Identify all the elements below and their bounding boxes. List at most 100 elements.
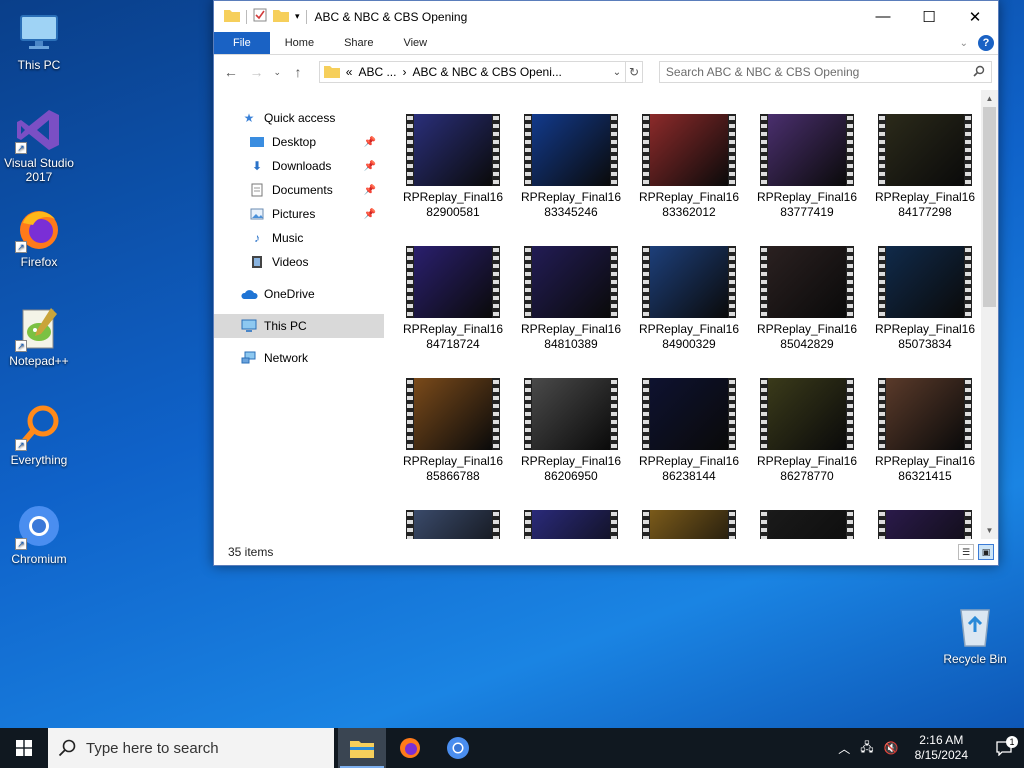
close-button[interactable]: ✕ [952,1,998,32]
breadcrumb-current[interactable]: ABC & NBC & CBS Openi... [412,65,561,79]
file-tile[interactable]: RPReplay_Final16 86238144 [630,360,748,486]
clock[interactable]: 2:16 AM 8/15/2024 [909,733,974,763]
nav-item-pictures[interactable]: Pictures 📌 [214,202,384,226]
action-center-button[interactable]: 1 [984,736,1024,756]
details-view-button[interactable]: ☰ [958,544,974,560]
nav-item-videos[interactable]: Videos [214,250,384,274]
file-tile[interactable] [394,492,512,539]
taskbar: Type here to search ︿ 🖧 🔇 2:16 AM 8/15/2… [0,728,1024,768]
address-bar[interactable]: « ABC ... › ABC & NBC & CBS Openi... ⌄ [318,61,627,83]
address-dropdown-icon[interactable]: ⌄ [613,67,621,78]
file-tile[interactable] [748,492,866,539]
large-icons-view-button[interactable]: ▣ [978,544,994,560]
nav-item-onedrive[interactable]: OneDrive [214,282,384,306]
file-tile[interactable]: RPReplay_Final16 84810389 [512,228,630,354]
tab-share[interactable]: Share [329,32,388,54]
file-tile[interactable]: RPReplay_Final16 84177298 [866,96,984,222]
recent-locations-button[interactable]: ⌄ [271,67,283,78]
desktop-icon-label: Everything [10,453,68,467]
pin-icon[interactable]: 📌 [364,161,376,172]
vertical-scrollbar[interactable]: ▲ ▼ [981,90,998,539]
file-tile[interactable]: RPReplay_Final16 85073834 [866,228,984,354]
tab-view[interactable]: View [388,32,442,54]
scrollbar-thumb[interactable] [983,107,996,307]
pin-icon[interactable]: 📌 [364,137,376,148]
desktop-icon-notepadpp[interactable]: ↗ Notepad++ [0,304,78,368]
desktop-icon-everything[interactable]: ↗ Everything [0,403,78,467]
taskbar-file-explorer[interactable] [338,728,386,768]
desktop-icon-this-pc[interactable]: This PC [0,8,78,72]
chromium-icon [447,737,469,759]
new-folder-icon[interactable] [273,8,289,25]
file-tile[interactable]: RPReplay_Final16 82900581 [394,96,512,222]
nav-item-quick-access[interactable]: ★ Quick access [214,106,384,130]
refresh-button[interactable]: ↻ [625,61,643,83]
file-tile[interactable] [512,492,630,539]
file-tile[interactable] [866,492,984,539]
back-button[interactable]: ← [220,64,242,80]
taskbar-chromium[interactable] [434,728,482,768]
desktop-icon-recycle-bin[interactable]: Recycle Bin [936,602,1014,666]
taskbar-search-input[interactable]: Type here to search [86,740,219,757]
tab-file[interactable]: File [214,32,270,54]
search-box[interactable]: Search ABC & NBC & CBS Opening [658,61,992,83]
breadcrumb-separator[interactable]: › [402,65,406,79]
network-status-icon[interactable]: 🖧 [860,738,873,759]
nav-item-this-pc[interactable]: This PC [214,314,384,338]
nav-item-downloads[interactable]: ⬇ Downloads 📌 [214,154,384,178]
file-tile[interactable]: RPReplay_Final16 83362012 [630,96,748,222]
desktop-icon-firefox[interactable]: ↗ Firefox [0,205,78,269]
minimize-button[interactable]: — [860,1,906,32]
show-hidden-icons-chevron-icon[interactable]: ︿ [838,740,850,757]
music-note-icon: ♪ [254,231,260,245]
scroll-down-button[interactable]: ▼ [981,522,998,539]
customize-dropdown-icon[interactable]: ▾ [295,11,300,22]
file-tile[interactable]: RPReplay_Final16 86278770 [748,360,866,486]
volume-muted-icon[interactable]: 🔇 [884,741,899,755]
title-bar[interactable]: ▾ ABC & NBC & CBS Opening — ☐ ✕ [214,1,998,32]
pin-icon[interactable]: 📌 [364,209,376,220]
help-button[interactable]: ? [978,35,994,51]
search-input[interactable]: Search ABC & NBC & CBS Opening [666,65,973,79]
nav-item-desktop[interactable]: Desktop 📌 [214,130,384,154]
nav-item-network[interactable]: Network [214,346,384,370]
file-name: RPReplay_Final16 85042829 [756,322,858,351]
file-name: RPReplay_Final16 86321415 [874,454,976,483]
nav-item-music[interactable]: ♪ Music [214,226,384,250]
tab-home[interactable]: Home [270,32,329,54]
file-tile[interactable]: RPReplay_Final16 84718724 [394,228,512,354]
expand-ribbon-icon[interactable]: ⌄ [960,38,968,49]
file-tile[interactable]: RPReplay_Final16 83777419 [748,96,866,222]
file-tile[interactable]: RPReplay_Final16 86321415 [866,360,984,486]
file-tile[interactable]: RPReplay_Final16 84900329 [630,228,748,354]
file-tile[interactable]: RPReplay_Final16 85042829 [748,228,866,354]
shortcut-arrow-icon: ↗ [15,241,27,253]
shortcut-arrow-icon: ↗ [15,439,27,451]
pin-icon[interactable]: 📌 [364,185,376,196]
file-tile[interactable]: RPReplay_Final16 86206950 [512,360,630,486]
desktop-icon-chromium[interactable]: ↗ Chromium [0,502,78,566]
network-icon [240,350,258,366]
file-explorer-window[interactable]: ▾ ABC & NBC & CBS Opening — ☐ ✕ File Hom… [213,0,999,566]
video-thumbnail-icon [642,378,736,450]
desktop-icon-visual-studio[interactable]: ↗ Visual Studio 2017 [0,106,78,184]
forward-button[interactable]: → [246,64,268,80]
file-name: RPReplay_Final16 82900581 [402,190,504,219]
nav-item-documents[interactable]: Documents 📌 [214,178,384,202]
properties-icon[interactable] [253,8,267,25]
file-tile[interactable] [630,492,748,539]
maximize-button[interactable]: ☐ [906,1,952,32]
file-tile[interactable]: RPReplay_Final16 85866788 [394,360,512,486]
file-view[interactable]: RPReplay_Final16 82900581 RPReplay_Final16… [384,90,998,539]
taskbar-search-box[interactable]: Type here to search [48,728,334,768]
address-overflow[interactable]: « [346,65,353,79]
up-button[interactable]: ↑ [287,64,309,80]
start-button[interactable] [0,728,48,768]
scroll-up-button[interactable]: ▲ [981,90,998,107]
navigation-pane: ★ Quick access Desktop 📌 ⬇ Downloads 📌 D… [214,90,384,539]
file-tile[interactable]: RPReplay_Final16 83345246 [512,96,630,222]
breadcrumb-parent[interactable]: ABC ... [358,65,396,79]
taskbar-firefox[interactable] [386,728,434,768]
file-name: RPReplay_Final16 84718724 [402,322,504,351]
file-name: RPReplay_Final16 83362012 [638,190,740,219]
